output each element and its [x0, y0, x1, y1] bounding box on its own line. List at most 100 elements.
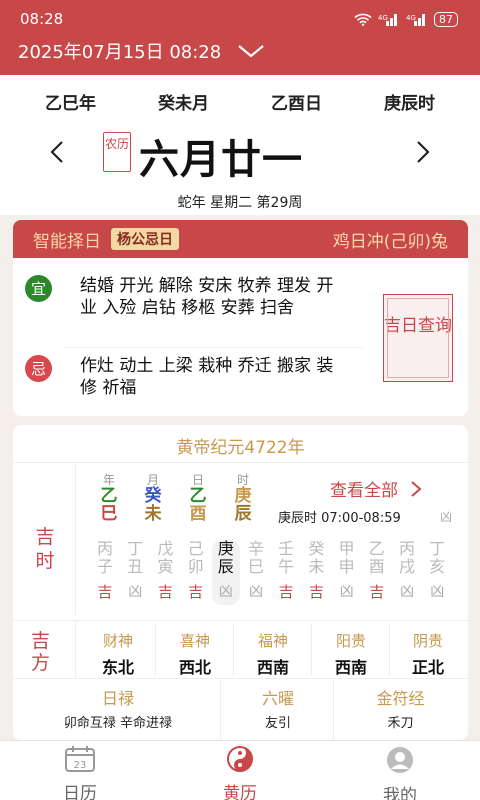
divider	[233, 624, 234, 676]
current-datetime: 2025年07月15日 08:28	[18, 42, 222, 63]
almanac-card: 智能择日 杨公忌日 鸡日冲(己卯)兔 宜 结婚 开光 解除 安床 牧养 理发 开…	[13, 220, 468, 416]
jishi-label: 吉时	[35, 526, 55, 572]
hour-cell[interactable]: 乙酉吉	[363, 540, 391, 605]
hour-luck: 吉	[369, 583, 385, 601]
hour-ganzhi: 丙子	[91, 540, 119, 576]
hour-luck: 吉	[97, 583, 113, 601]
hour-branch: 巳	[247, 557, 264, 576]
date-picker[interactable]: 2025年07月15日 08:28	[18, 38, 265, 64]
current-shichen-luck: 凶	[440, 510, 453, 524]
battery-icon: 87	[434, 11, 458, 27]
huangdi-era: 黄帝纪元4722年	[176, 438, 305, 458]
liuyao-desc: 友引	[264, 716, 291, 731]
tab-huangli[interactable]: 黄历	[200, 745, 280, 800]
hour-ganzhi: 癸未	[302, 540, 330, 576]
jinfujing-desc: 禾刀	[387, 716, 414, 731]
hour-cell[interactable]: 甲申凶	[333, 540, 361, 605]
smart-pick-tab[interactable]: 智能择日	[33, 227, 101, 252]
divider	[220, 678, 221, 740]
hour-ganzhi: 丙戌	[393, 540, 421, 576]
hour-branch: 酉	[368, 557, 385, 576]
next-day-button[interactable]	[411, 137, 435, 167]
pillar-day: 日 乙 酉	[187, 473, 209, 523]
svg-text:4G: 4G	[378, 14, 388, 22]
pillar-stem: 乙	[189, 486, 207, 506]
pillar-stem: 庚	[234, 486, 252, 506]
calendar-icon-number: 23	[74, 760, 87, 771]
divider	[13, 620, 468, 621]
god-name: 福神	[257, 632, 288, 650]
tab-calendar[interactable]: 23 日历	[40, 745, 120, 800]
hour-cell[interactable]: 丁亥凶	[423, 540, 451, 605]
hour-branch: 卯	[187, 557, 204, 576]
hour-stem: 乙	[368, 539, 385, 558]
tab-huangli-label: 黄历	[223, 784, 257, 800]
hour-cell[interactable]: 壬午吉	[272, 540, 300, 605]
liuyao-cell: 六曜 友引	[228, 685, 328, 731]
huangli-detail-card: 黄帝纪元4722年 吉时 年 乙 巳 月 癸 未 日 乙 酉 时 庚 辰 查看全…	[13, 425, 468, 740]
almanac-header: 智能择日 杨公忌日 鸡日冲(己卯)兔	[13, 220, 468, 258]
god-direction-cai: 财神 东北	[83, 630, 153, 678]
calendar-icon: 23	[65, 746, 95, 772]
divider	[389, 624, 390, 676]
ganzhi-year: 乙巳年	[45, 94, 96, 114]
view-all-label: 查看全部	[330, 481, 398, 501]
hour-ganzhi: 丁亥	[423, 540, 451, 576]
god-name: 阳贵	[335, 632, 366, 650]
hour-stem: 丁	[429, 539, 446, 558]
hour-luck: 凶	[128, 584, 143, 600]
prev-day-button[interactable]	[45, 137, 69, 167]
chevron-right-icon	[411, 481, 422, 497]
signal-icon: 4G	[378, 13, 397, 26]
hour-ganzhi: 辛巳	[242, 540, 270, 576]
hour-stem: 戊	[157, 539, 174, 558]
hour-luck: 凶	[430, 584, 445, 600]
rilu-title: 日禄	[101, 689, 134, 708]
hour-branch: 戌	[398, 557, 415, 576]
hour-branch: 丑	[127, 557, 144, 576]
hour-ganzhi: 己卯	[182, 540, 210, 576]
hour-branch: 子	[96, 557, 113, 576]
tab-calendar-label: 日历	[63, 784, 97, 800]
hour-stem: 辛	[247, 539, 264, 558]
god-direction: 西南	[334, 658, 367, 677]
hour-luck: 凶	[339, 584, 354, 600]
status-bar: 08:28 4G 4G 87	[20, 10, 458, 28]
hour-ganzhi: 庚辰	[212, 540, 240, 576]
hour-cell[interactable]: 己卯吉	[182, 540, 210, 605]
hour-cell[interactable]: 丙戌凶	[393, 540, 421, 605]
god-direction-yingui: 阴贵 正北	[393, 630, 463, 678]
god-direction: 东北	[101, 658, 134, 677]
signal-icon-2: 4G	[406, 13, 425, 26]
chevron-down-icon	[238, 45, 264, 58]
hour-cell[interactable]: 庚辰凶	[211, 540, 240, 605]
hour-cell[interactable]: 戊寅吉	[151, 540, 179, 605]
jinfujing-cell: 金符经 禾刀	[343, 685, 458, 731]
tab-mine-label: 我的	[383, 786, 417, 800]
ganzhi-row: 乙巳年 癸未月 乙酉日 庚辰时	[0, 89, 480, 114]
chevron-right-icon	[417, 141, 430, 163]
status-icons: 4G 4G 87	[354, 11, 458, 27]
god-direction: 西南	[256, 658, 289, 677]
wifi-icon	[354, 13, 372, 26]
current-shichen: 庚辰时 07:00-08:59	[278, 511, 401, 526]
god-direction-xi: 喜神 西北	[160, 630, 230, 678]
hour-cell[interactable]: 辛巳凶	[242, 540, 270, 605]
yanggong-badge: 杨公忌日	[111, 228, 179, 250]
user-avatar-icon	[387, 747, 413, 773]
tab-mine[interactable]: 我的	[360, 745, 440, 800]
divider	[311, 624, 312, 676]
pillar-month: 月 癸 未	[142, 473, 164, 523]
lucky-day-query-button[interactable]: 吉日查询	[383, 294, 453, 382]
pillar-title: 年	[102, 473, 115, 487]
lunar-stamp: 农历	[103, 132, 131, 172]
bottom-tab-bar: 23 日历 黄历 我的	[0, 740, 480, 800]
hour-cell[interactable]: 丁丑凶	[121, 540, 149, 605]
hour-ganzhi: 壬午	[272, 540, 300, 576]
view-all-link[interactable]: 查看全部	[330, 476, 423, 501]
hour-cell[interactable]: 丙子吉	[91, 540, 119, 605]
hour-branch: 未	[308, 557, 325, 576]
hour-cell[interactable]: 癸未吉	[302, 540, 330, 605]
jinfujing-title: 金符经	[376, 689, 425, 708]
divider	[13, 678, 468, 679]
